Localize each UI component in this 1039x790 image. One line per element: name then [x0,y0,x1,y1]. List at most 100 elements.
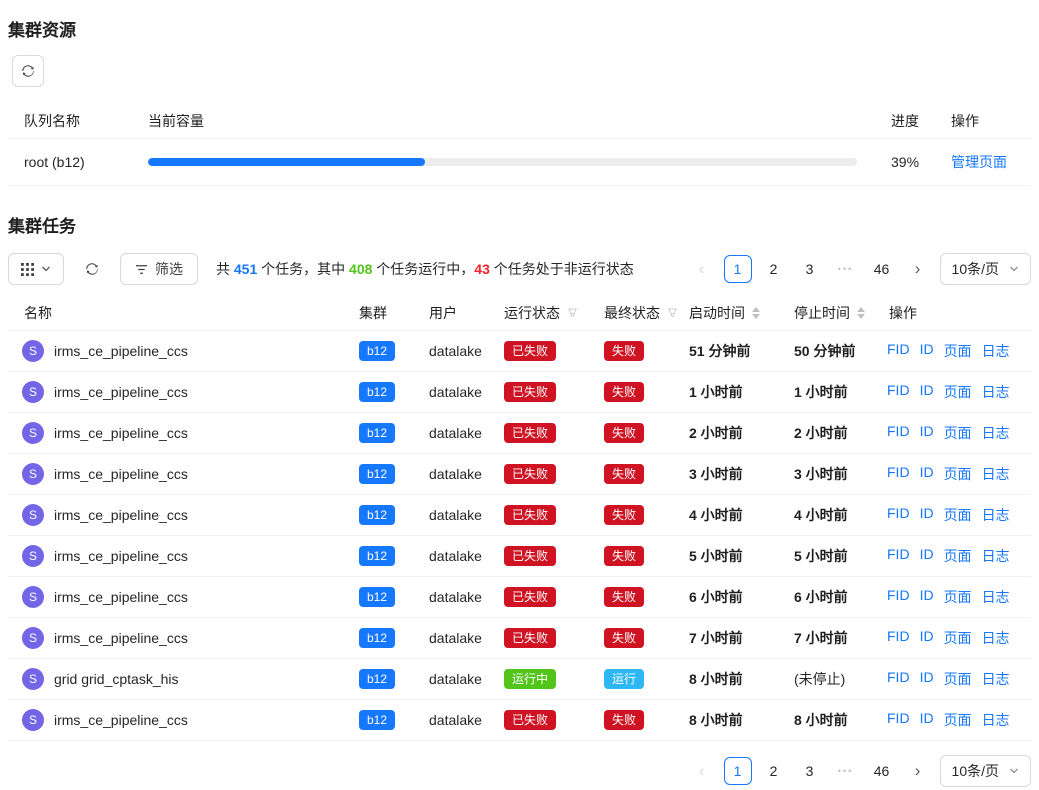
pagination-next[interactable]: › [904,255,932,283]
pagination-page[interactable]: 3 [796,255,824,283]
col-start-time[interactable]: 启动时间 [681,303,786,323]
page-size-select[interactable]: 10条/页 [940,755,1031,787]
sort-carets-icon[interactable] [752,307,760,319]
avatar: S [22,586,44,608]
col-run-status[interactable]: 运行状态 [496,303,596,323]
task-user: datalake [421,712,496,728]
resources-refresh-button[interactable] [12,55,44,87]
sort-carets-icon[interactable] [857,307,865,319]
fid-link[interactable]: FID [887,341,910,361]
log-link[interactable]: 日志 [982,341,1010,361]
fid-link[interactable]: FID [887,669,910,689]
fid-link[interactable]: FID [887,710,910,730]
id-link[interactable]: ID [920,505,934,525]
id-link[interactable]: ID [920,710,934,730]
page-link[interactable]: 页面 [944,546,972,566]
row-actions: FID ID 页面日志 [881,587,1031,607]
filter-funnel-icon[interactable] [567,307,578,318]
fid-link[interactable]: FID [887,464,910,484]
page-link[interactable]: 页面 [944,423,972,443]
id-link[interactable]: ID [920,382,934,402]
avatar: S [22,463,44,485]
cluster-tag: b12 [359,341,395,361]
fid-link[interactable]: FID [887,587,910,607]
col-label: 名称 [24,303,52,323]
run-status-badge: 已失败 [504,341,556,361]
running-count: 408 [349,261,372,277]
pagination-page-current[interactable]: 1 [724,255,752,283]
avatar: S [22,381,44,403]
final-status-badge: 失败 [604,710,644,730]
page-size-label: 10条/页 [952,761,999,781]
pagination-next[interactable]: › [904,757,932,785]
cluster-tag: b12 [359,382,395,402]
log-link[interactable]: 日志 [982,628,1010,648]
col-current-capacity: 当前容量 [148,111,873,131]
id-link[interactable]: ID [920,423,934,443]
col-stop-time[interactable]: 停止时间 [786,303,881,323]
log-link[interactable]: 日志 [982,464,1010,484]
avatar: S [22,627,44,649]
manage-page-link[interactable]: 管理页面 [951,154,1007,170]
start-time: 2 小时前 [681,423,786,443]
stop-time: 1 小时前 [786,382,881,402]
row-actions: FID ID 页面日志 [881,710,1031,730]
log-link[interactable]: 日志 [982,546,1010,566]
page-link[interactable]: 页面 [944,669,972,689]
resources-table-header: 队列名称 当前容量 进度 操作 [8,103,1031,139]
page-link[interactable]: 页面 [944,382,972,402]
log-link[interactable]: 日志 [982,505,1010,525]
log-link[interactable]: 日志 [982,710,1010,730]
pagination-page[interactable]: 2 [760,757,788,785]
page-size-select[interactable]: 10条/页 [940,253,1031,285]
fid-link[interactable]: FID [887,505,910,525]
page-link[interactable]: 页面 [944,710,972,730]
chevron-down-icon [1009,766,1019,776]
task-name: grid grid_cptask_his [54,671,179,687]
page-link[interactable]: 页面 [944,464,972,484]
page-link[interactable]: 页面 [944,505,972,525]
id-link[interactable]: ID [920,546,934,566]
fid-link[interactable]: FID [887,423,910,443]
fid-link[interactable]: FID [887,628,910,648]
fid-link[interactable]: FID [887,546,910,566]
stop-time: 6 小时前 [786,587,881,607]
id-link[interactable]: ID [920,587,934,607]
id-link[interactable]: ID [920,628,934,648]
start-time: 4 小时前 [681,505,786,525]
id-link[interactable]: ID [920,464,934,484]
col-label: 用户 [429,303,457,323]
pagination-page[interactable]: 46 [868,255,896,283]
filter-funnel-icon[interactable] [667,307,678,318]
tasks-refresh-button[interactable] [76,253,108,285]
pagination-page[interactable]: 3 [796,757,824,785]
page-link[interactable]: 页面 [944,587,972,607]
pagination-page-current[interactable]: 1 [724,757,752,785]
page-link[interactable]: 页面 [944,628,972,648]
column-settings-button[interactable] [8,253,64,285]
filter-button[interactable]: 筛选 [120,253,198,285]
avatar: S [22,545,44,567]
final-status-badge: 运行 [604,669,644,689]
fid-link[interactable]: FID [887,382,910,402]
id-link[interactable]: ID [920,341,934,361]
table-row: S irms_ce_pipeline_ccs b12 datalake 已失败 … [8,536,1031,577]
log-link[interactable]: 日志 [982,382,1010,402]
col-label: 运行状态 [504,303,560,323]
pagination-top: ‹123•••46›10条/页 [688,253,1031,285]
pagination-page[interactable]: 2 [760,255,788,283]
row-actions: FID ID 页面日志 [881,423,1031,443]
log-link[interactable]: 日志 [982,669,1010,689]
log-link[interactable]: 日志 [982,423,1010,443]
page-link[interactable]: 页面 [944,341,972,361]
summary-text: 个任务处于非运行状态 [490,261,634,277]
log-link[interactable]: 日志 [982,587,1010,607]
id-link[interactable]: ID [920,669,934,689]
start-time: 7 小时前 [681,628,786,648]
cluster-tag: b12 [359,669,395,689]
col-final-status[interactable]: 最终状态 [596,303,681,323]
stop-time: 5 小时前 [786,546,881,566]
page-size-label: 10条/页 [952,259,999,279]
pagination-page[interactable]: 46 [868,757,896,785]
cluster-tag: b12 [359,710,395,730]
